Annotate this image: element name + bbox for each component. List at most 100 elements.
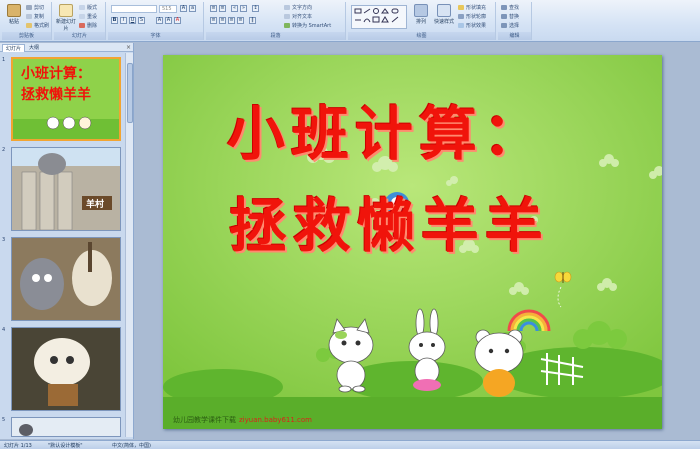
slide-number: 4 bbox=[2, 327, 6, 333]
reset-icon bbox=[79, 14, 85, 19]
columns-button[interactable]: ‖ bbox=[249, 17, 256, 24]
font-name-box[interactable] bbox=[111, 5, 157, 13]
align-center-button[interactable]: ≡ bbox=[219, 17, 226, 24]
editing-group-label: 编辑 bbox=[498, 32, 531, 40]
underline-button[interactable]: U bbox=[129, 17, 136, 24]
italic-button[interactable]: I bbox=[120, 17, 127, 24]
decrease-indent-button[interactable]: « bbox=[231, 5, 238, 12]
paste-icon bbox=[7, 4, 21, 17]
ribbon: 粘贴 剪切 复制 格式刷 剪贴板 新建幻灯片 版式 重设 删除 幻灯片 515 … bbox=[0, 0, 700, 42]
find-icon bbox=[501, 5, 507, 10]
shape-fill-button[interactable]: 形状填充 bbox=[458, 4, 486, 11]
brush-icon bbox=[26, 23, 32, 28]
font-group: 515 A a B I U S A A A 字体 bbox=[108, 2, 204, 40]
drawing-group: 排列 快速样式 形状填充 形状轮廓 形状效果 绘图 bbox=[348, 2, 496, 40]
find-button[interactable]: 查找 bbox=[501, 4, 519, 11]
new-slide-icon bbox=[59, 4, 73, 17]
convert-smartart-button[interactable]: 转换为 SmartArt bbox=[284, 22, 331, 29]
shape-outline-button[interactable]: 形状轮廓 bbox=[458, 13, 486, 20]
replace-icon bbox=[501, 14, 507, 19]
slide-thumbnail-1[interactable]: 小班计算： 拯救懒羊羊 bbox=[11, 57, 121, 141]
layout-icon bbox=[79, 5, 85, 10]
pane-tabs: 幻灯片 大纲 × bbox=[0, 43, 133, 52]
shapes-gallery[interactable] bbox=[351, 5, 407, 29]
arrange-button[interactable]: 排列 bbox=[410, 4, 432, 30]
grow-font-button[interactable]: A bbox=[180, 5, 187, 12]
format-painter-button[interactable]: 格式刷 bbox=[26, 22, 49, 29]
current-slide[interactable]: 小班计算： 拯救懒羊羊 幼儿园教学课件下载 ziyuan.baby611.com bbox=[163, 55, 662, 429]
slide-number: 1 bbox=[2, 57, 6, 63]
arrange-icon bbox=[414, 4, 428, 17]
slides-group: 新建幻灯片 版式 重设 删除 幻灯片 bbox=[54, 2, 106, 40]
line-spacing-button[interactable]: ↕ bbox=[252, 5, 259, 12]
text-direction-icon bbox=[284, 5, 290, 10]
language-status[interactable]: 中文(简体，中国) bbox=[112, 442, 151, 449]
theme-status: "默认设计模板" bbox=[48, 443, 83, 449]
strikethrough-button[interactable]: S bbox=[138, 17, 145, 24]
char-spacing-button[interactable]: A bbox=[156, 17, 163, 24]
quick-styles-button[interactable]: 快速样式 bbox=[432, 4, 456, 30]
paste-button[interactable]: 粘贴 bbox=[3, 4, 25, 30]
slide-editing-area: 小班计算： 拯救懒羊羊 幼儿园教学课件下载 ziyuan.baby611.com bbox=[135, 43, 700, 439]
slide-number: 2 bbox=[2, 147, 6, 153]
paragraph-group: ≡ ≡ « » ↕ ≡ ≡ ≡ ≡ ‖ 文字方向 对齐文本 转换为 SmartA… bbox=[206, 2, 346, 40]
bullets-button[interactable]: ≡ bbox=[210, 5, 217, 12]
thumb5-partial-illustration bbox=[19, 424, 33, 436]
editing-group: 查找 替换 选择 编辑 bbox=[498, 2, 532, 40]
slides-pane-scrollbar[interactable] bbox=[125, 53, 133, 437]
align-left-button[interactable]: ≡ bbox=[210, 17, 217, 24]
drawing-group-label: 绘图 bbox=[348, 32, 495, 40]
new-slide-button[interactable]: 新建幻灯片 bbox=[55, 4, 77, 32]
thumb3-wolf-illustration bbox=[12, 238, 120, 320]
justify-button[interactable]: ≡ bbox=[237, 17, 244, 24]
footer-url[interactable]: ziyuan.baby611.com bbox=[239, 416, 312, 424]
scrollbar-thumb[interactable] bbox=[127, 63, 133, 123]
slide-thumbnail-4[interactable] bbox=[11, 327, 121, 411]
thumb2-sign-text: 羊村 bbox=[86, 200, 105, 210]
close-icon[interactable]: × bbox=[126, 44, 131, 51]
paragraph-group-label: 段落 bbox=[206, 32, 345, 40]
clipboard-group-label: 剪贴板 bbox=[2, 32, 51, 40]
slide-title-line-2[interactable]: 拯救懒羊羊 bbox=[229, 179, 549, 263]
reset-button[interactable]: 重设 bbox=[79, 13, 97, 20]
font-size-box[interactable]: 515 bbox=[159, 5, 177, 13]
slide-thumbnail-2[interactable]: 羊村 bbox=[11, 147, 121, 231]
status-bar: 幻灯片 1/13 "默认设计模板" 中文(简体，中国) bbox=[0, 440, 700, 449]
slide-position-status: 幻灯片 1/13 bbox=[4, 443, 32, 449]
select-button[interactable]: 选择 bbox=[501, 22, 519, 29]
slide-number: 5 bbox=[2, 417, 6, 423]
delete-slide-button[interactable]: 删除 bbox=[79, 22, 97, 29]
shrink-font-button[interactable]: a bbox=[189, 5, 196, 12]
tab-outline[interactable]: 大纲 bbox=[26, 44, 42, 52]
bold-button[interactable]: B bbox=[111, 17, 118, 24]
font-color-button[interactable]: A bbox=[174, 17, 181, 24]
thumb4-sheep-illustration bbox=[12, 328, 120, 410]
shapes-gallery-icons bbox=[354, 8, 399, 23]
paint-bucket-icon bbox=[458, 5, 464, 10]
tab-slides[interactable]: 幻灯片 bbox=[2, 44, 26, 52]
slide-title-line-1[interactable]: 小班计算： bbox=[227, 87, 547, 171]
cut-button[interactable]: 剪切 bbox=[26, 4, 44, 11]
copy-button[interactable]: 复制 bbox=[26, 13, 44, 20]
shape-effects-button[interactable]: 形状效果 bbox=[458, 22, 486, 29]
text-direction-button[interactable]: 文字方向 bbox=[284, 4, 312, 11]
scissors-icon bbox=[26, 5, 32, 10]
slides-pane: 幻灯片 大纲 × 1 小班计算： 拯救懒羊羊 2 羊村 3 4 5 bbox=[0, 43, 134, 439]
layout-button[interactable]: 版式 bbox=[79, 4, 97, 11]
pen-icon bbox=[458, 14, 464, 19]
slide-footer: 幼儿园教学课件下载 ziyuan.baby611.com bbox=[173, 415, 312, 425]
delete-icon bbox=[79, 23, 85, 28]
footer-label: 幼儿园教学课件下载 bbox=[173, 416, 236, 424]
replace-button[interactable]: 替换 bbox=[501, 13, 519, 20]
align-right-button[interactable]: ≡ bbox=[228, 17, 235, 24]
quick-styles-icon bbox=[437, 4, 451, 17]
numbering-button[interactable]: ≡ bbox=[219, 5, 226, 12]
align-text-button[interactable]: 对齐文本 bbox=[284, 13, 312, 20]
slide-thumbnail-3[interactable] bbox=[11, 237, 121, 321]
slide-thumbnail-5[interactable] bbox=[11, 417, 121, 437]
increase-indent-button[interactable]: » bbox=[240, 5, 247, 12]
align-text-icon bbox=[284, 14, 290, 19]
change-case-button[interactable]: A bbox=[165, 17, 172, 24]
slide-number: 3 bbox=[2, 237, 6, 243]
thumb-characters-illustration bbox=[13, 116, 119, 139]
